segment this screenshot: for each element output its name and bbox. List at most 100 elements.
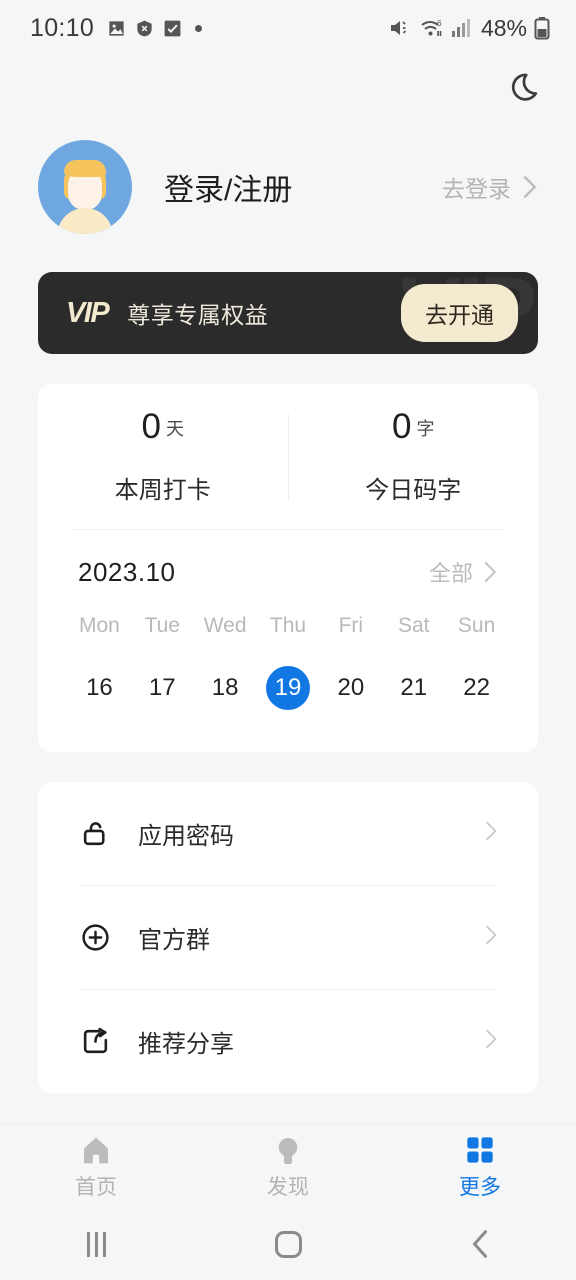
theme-toggle-button[interactable] <box>504 65 548 109</box>
calendar-day-cell[interactable]: 18 <box>203 666 247 710</box>
stat-value: 0 字 <box>392 409 434 444</box>
calendar-day-cell[interactable]: 22 <box>455 666 499 710</box>
tab-home[interactable]: 首页 <box>0 1132 192 1201</box>
vip-slogan: 尊享专属权益 <box>127 302 269 328</box>
menu-item-share[interactable]: 推荐分享 <box>78 990 498 1093</box>
home-icon <box>79 1132 113 1166</box>
settings-menu-card: 应用密码 官方群 推荐分享 <box>38 782 538 1093</box>
avatar[interactable] <box>38 140 132 234</box>
bottom-tab-bar: 首页 发现 更多 <box>0 1124 576 1208</box>
menu-item-official-group[interactable]: 官方群 <box>78 886 498 989</box>
calendar-day-cell[interactable]: 17 <box>140 666 184 710</box>
calendar-col-thu[interactable]: Thu 19 <box>257 614 320 710</box>
share-export-icon <box>78 1025 112 1059</box>
calendar-day-label: 18 <box>211 674 239 701</box>
weekday-label: Wed <box>203 614 247 637</box>
menu-item-app-password[interactable]: 应用密码 <box>78 782 498 885</box>
calendar-col-mon[interactable]: Mon 16 <box>68 614 131 710</box>
weekday-label: Sat <box>397 614 430 637</box>
checkbox-checked-icon <box>164 20 181 36</box>
calendar-col-fri[interactable]: Fri 20 <box>319 614 382 710</box>
stat-value: 0 天 <box>142 409 184 444</box>
cellular-signal-icon <box>451 19 470 37</box>
weekday-label: Tue <box>144 614 180 637</box>
card-bottom-padding <box>38 710 538 752</box>
calendar-col-sat[interactable]: Sat 21 <box>382 614 445 710</box>
recents-button[interactable] <box>0 1231 192 1257</box>
recents-bar <box>94 1231 98 1257</box>
calendar-month-label: 2023.10 <box>78 556 176 587</box>
menu-item-label: 推荐分享 <box>138 1031 234 1058</box>
image-icon <box>109 20 124 36</box>
login-link-label: 去登录 <box>442 176 511 202</box>
stat-label: 今日码字 <box>365 476 462 504</box>
calendar-day-cell[interactable]: 21 <box>392 666 436 710</box>
calendar-view-all-label: 全部 <box>428 561 473 586</box>
recents-icon <box>86 1231 106 1257</box>
status-bar-notification-icons <box>107 19 203 38</box>
recents-bar <box>102 1231 106 1257</box>
stat-weekly-checkin[interactable]: 0 天 本周打卡 <box>38 409 288 505</box>
weekday-label: Mon <box>79 614 120 637</box>
weekday-label: Thu <box>269 614 307 637</box>
unlock-icon <box>78 817 112 851</box>
calendar-week-grid: Mon 16 Tue 17 Wed 18 Thu 19 Fri 20 Sat 2… <box>38 588 538 710</box>
stat-unit: 天 <box>165 418 184 439</box>
avatar-fringe <box>64 160 106 177</box>
calendar-day-cell[interactable]: 16 <box>77 666 121 710</box>
avatar-body <box>57 208 113 234</box>
calendar-col-tue[interactable]: Tue 17 <box>131 614 194 710</box>
shield-x-icon <box>137 20 152 36</box>
dot-icon <box>195 24 203 32</box>
tab-label: 首页 <box>75 1176 117 1199</box>
home-button[interactable] <box>192 1230 384 1258</box>
grid-icon <box>463 1132 497 1166</box>
stats-row: 0 天 本周打卡 0 字 今日码字 <box>38 384 538 529</box>
recents-bar <box>86 1231 90 1257</box>
app-screen: 10:10 6 48% 登录/注册 去登录 VIP 尊享专属权益 去开通 0 天… <box>0 0 576 1280</box>
svg-text:6: 6 <box>437 19 442 28</box>
calendar-day-cell-selected[interactable]: 19 <box>266 666 310 710</box>
stat-unit: 字 <box>416 418 435 439</box>
calendar-day-label: 17 <box>148 674 176 701</box>
vip-activate-button[interactable]: 去开通 <box>401 284 518 342</box>
vip-banner[interactable]: VIP VIP 尊享专属权益 去开通 <box>38 272 538 354</box>
menu-item-label: 官方群 <box>138 927 210 954</box>
volume-mute-icon <box>390 21 407 35</box>
battery-percent-label: 48% <box>480 14 527 41</box>
chevron-right-icon <box>484 820 498 847</box>
weekday-label: Sun <box>457 614 496 637</box>
tab-label: 发现 <box>267 1176 309 1199</box>
chevron-right-icon <box>484 561 497 583</box>
calendar-day-label: 19 <box>274 674 302 701</box>
plus-circle-icon <box>78 921 112 955</box>
wifi-6-icon: 6 <box>421 19 442 36</box>
tab-more[interactable]: 更多 <box>384 1132 576 1201</box>
stat-number: 0 <box>141 406 161 446</box>
login-link[interactable]: 去登录 <box>442 170 538 204</box>
calendar-view-all-link[interactable]: 全部 <box>429 556 498 588</box>
stat-today-words[interactable]: 0 字 今日码字 <box>289 409 539 505</box>
vip-logo: VIP <box>66 296 110 329</box>
calendar-header: 2023.10 全部 <box>38 530 538 588</box>
stats-calendar-card: 0 天 本周打卡 0 字 今日码字 2023.10 全部 Mon 16 Tue … <box>38 384 538 752</box>
calendar-day-label: 16 <box>86 674 113 701</box>
calendar-day-cell[interactable]: 20 <box>329 666 373 710</box>
calendar-day-label: 21 <box>400 674 428 701</box>
calendar-col-wed[interactable]: Wed 18 <box>194 614 257 710</box>
top-bar <box>0 56 576 118</box>
battery-icon <box>534 17 550 40</box>
calendar-day-label: 22 <box>463 674 490 701</box>
status-bar-system-icons: 6 48% <box>389 15 550 42</box>
moon-icon <box>511 73 538 101</box>
calendar-col-sun[interactable]: Sun 22 <box>445 614 508 710</box>
calendar-day-label: 20 <box>337 674 365 701</box>
android-navigation-bar <box>0 1208 576 1280</box>
lightbulb-icon <box>271 1132 305 1166</box>
profile-header[interactable]: 登录/注册 去登录 <box>0 118 576 234</box>
chevron-right-icon <box>523 175 537 199</box>
back-button[interactable] <box>384 1229 576 1259</box>
chevron-right-icon <box>484 924 498 951</box>
tab-discover[interactable]: 发现 <box>192 1132 384 1201</box>
page-title: 登录/注册 <box>164 174 293 207</box>
